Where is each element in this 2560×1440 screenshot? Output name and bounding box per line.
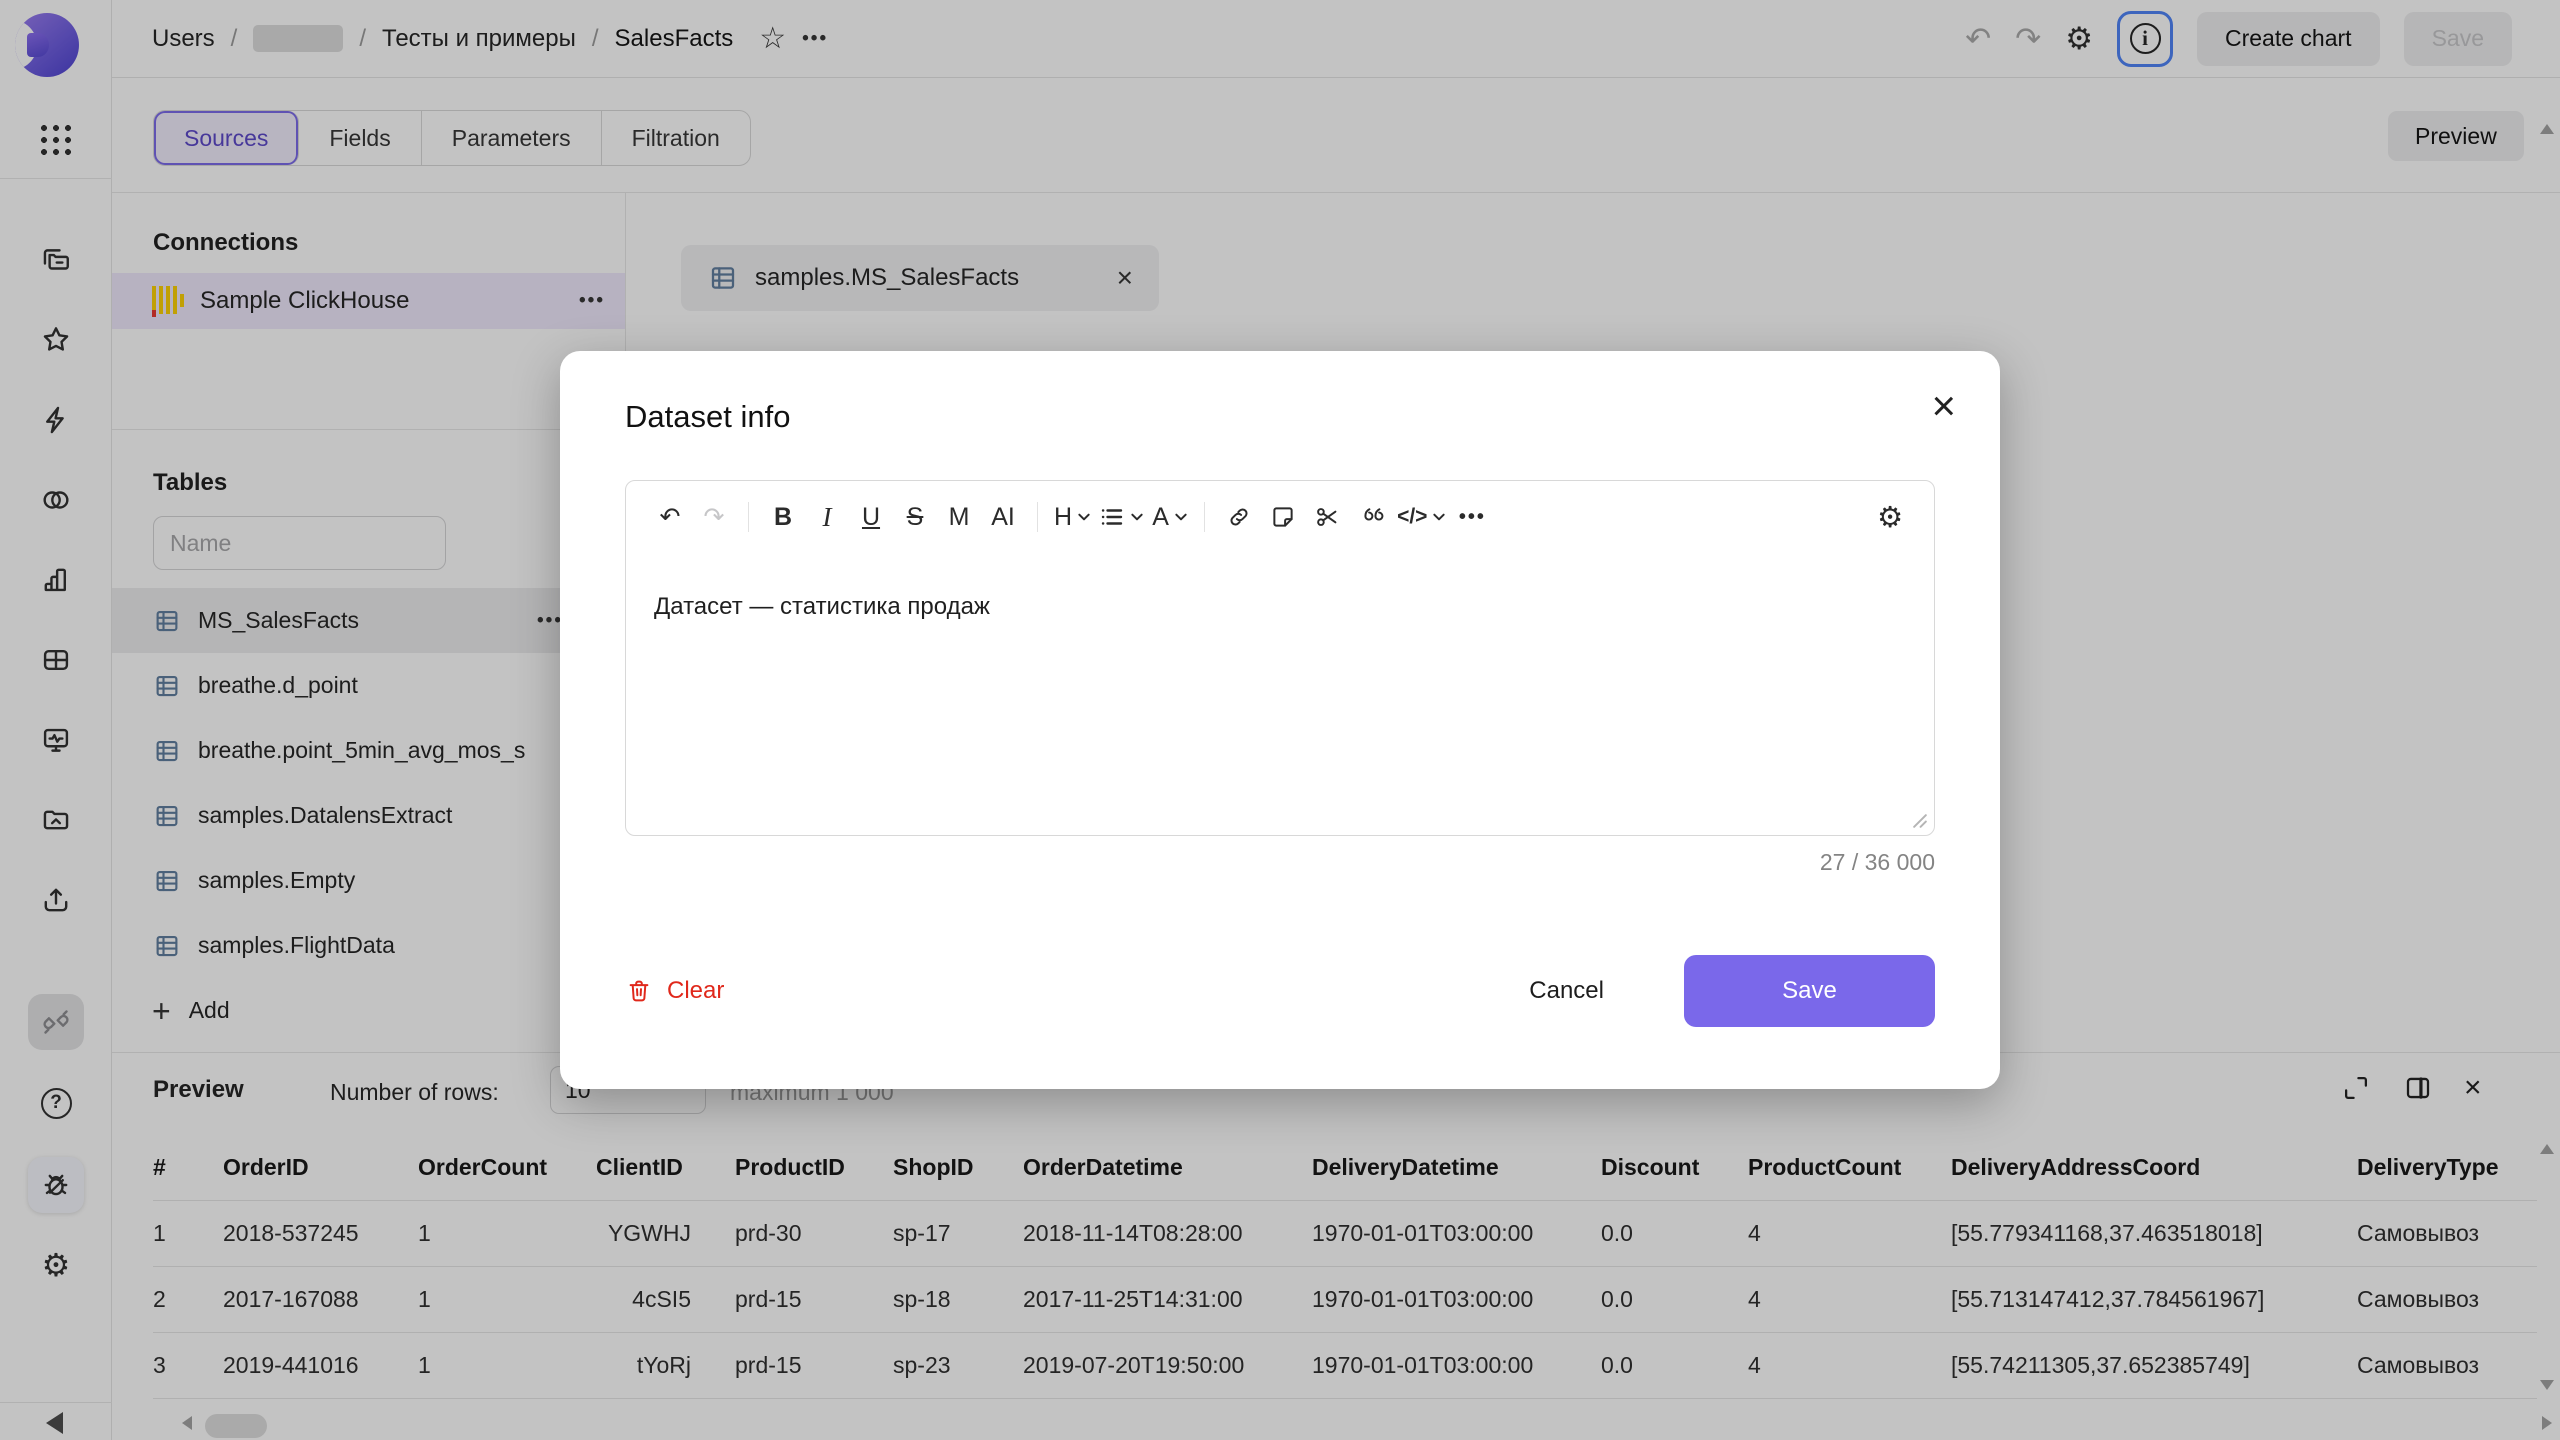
- modal-footer: Clear Cancel Save: [625, 955, 1935, 1027]
- editor-undo-icon[interactable]: ↶: [648, 494, 692, 540]
- quote-icon[interactable]: [1349, 494, 1393, 540]
- clear-button[interactable]: Clear: [625, 977, 724, 1005]
- mark-button[interactable]: M: [937, 494, 981, 540]
- dataset-info-modal: Dataset info × ↶ ↷ B I U S M AI H A: [560, 351, 2000, 1089]
- ai-text-button[interactable]: AI: [981, 494, 1025, 540]
- text-color-dropdown[interactable]: A: [1148, 494, 1192, 540]
- editor-settings-gear-icon[interactable]: ⚙: [1868, 494, 1912, 540]
- chevron-down-icon: [1432, 512, 1446, 522]
- link-icon[interactable]: [1217, 494, 1261, 540]
- modal-title: Dataset info: [625, 399, 790, 435]
- code-dropdown[interactable]: </>: [1393, 494, 1450, 540]
- datalens-dataset-page: ? ⚙ Users / / Тесты и примеры / SalesFac…: [0, 0, 2560, 1440]
- chevron-down-icon: [1077, 512, 1091, 522]
- description-editor[interactable]: ↶ ↷ B I U S M AI H A </> ••• ⚙: [625, 480, 1935, 836]
- modal-save-button[interactable]: Save: [1684, 955, 1935, 1027]
- cancel-button[interactable]: Cancel: [1499, 955, 1634, 1027]
- cut-scissors-icon[interactable]: [1305, 494, 1349, 540]
- list-dropdown[interactable]: [1095, 494, 1148, 540]
- list-icon: [1099, 504, 1125, 530]
- strikethrough-button[interactable]: S: [893, 494, 937, 540]
- close-modal-icon[interactable]: ×: [1931, 385, 1956, 427]
- description-text[interactable]: Датасет — статистика продаж: [626, 553, 1934, 621]
- more-tools-icon[interactable]: •••: [1450, 494, 1494, 540]
- underline-button[interactable]: U: [849, 494, 893, 540]
- chevron-down-icon: [1130, 512, 1144, 522]
- chevron-down-icon: [1174, 512, 1188, 522]
- editor-toolbar: ↶ ↷ B I U S M AI H A </> ••• ⚙: [626, 481, 1934, 553]
- note-icon[interactable]: [1261, 494, 1305, 540]
- editor-redo-icon[interactable]: ↷: [692, 494, 736, 540]
- bold-button[interactable]: B: [761, 494, 805, 540]
- heading-dropdown[interactable]: H: [1050, 494, 1095, 540]
- resize-handle-icon[interactable]: [1913, 814, 1927, 828]
- trash-icon: [625, 977, 653, 1005]
- italic-button[interactable]: I: [805, 494, 849, 540]
- char-counter: 27 / 36 000: [1820, 849, 1935, 876]
